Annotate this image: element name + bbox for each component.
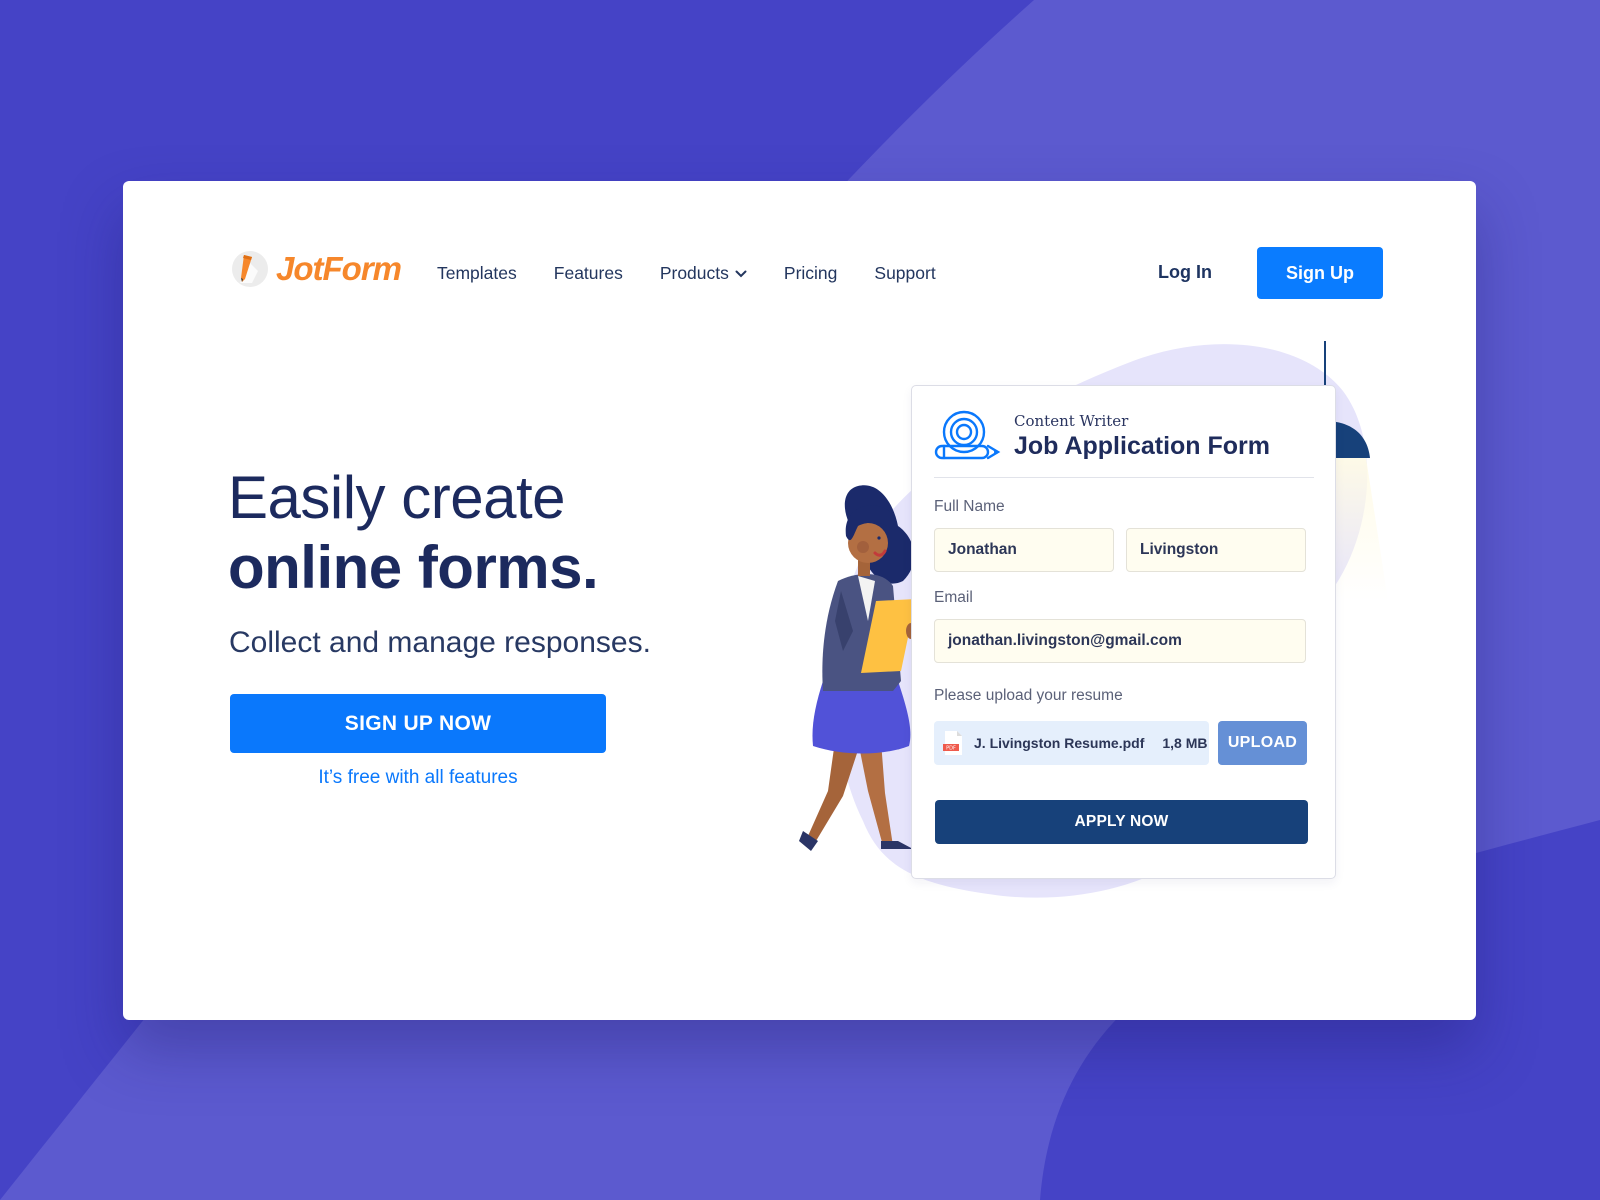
nav-label: Templates [437, 263, 517, 283]
upload-button[interactable]: UPLOAD [1218, 721, 1307, 765]
main-nav: Templates Features Products Pricing Supp… [437, 263, 973, 284]
signup-button[interactable]: Sign Up [1257, 247, 1383, 299]
nav-label: Support [874, 263, 936, 283]
woman-figure [799, 485, 916, 851]
signup-now-button[interactable]: SIGN UP NOW [230, 694, 606, 753]
nav-label: Products [659, 263, 729, 283]
hero-title-line2: online forms. [228, 534, 599, 601]
form-header: Content Writer Job Application Form [934, 408, 1314, 478]
nav-pricing[interactable]: Pricing [784, 263, 838, 284]
pencil-icon [232, 251, 268, 287]
pdf-badge-text: PDF [946, 746, 956, 752]
nav-features[interactable]: Features [554, 263, 623, 284]
hero-title-line1: Easily create [228, 464, 565, 531]
file-name: J. Livingston Resume.pdf [974, 735, 1145, 751]
jotform-logo[interactable]: JotForm [230, 249, 402, 289]
chevron-down-icon [735, 270, 747, 277]
apply-now-button[interactable]: APPLY NOW [935, 800, 1308, 844]
email-label: Email [934, 589, 973, 606]
form-kicker: Content Writer [1014, 412, 1129, 430]
logo-wordmark: JotForm [276, 250, 402, 287]
pdf-file-icon: PDF [943, 731, 962, 755]
login-link[interactable]: Log In [1158, 262, 1212, 283]
hero-subtitle: Collect and manage responses. [229, 626, 651, 659]
first-name-input[interactable]: Jonathan [934, 528, 1114, 572]
last-name-input[interactable]: Livingston [1126, 528, 1306, 572]
upload-label: Please upload your resume [934, 687, 1123, 704]
nav-products[interactable]: Products [660, 263, 747, 284]
rolled-paper-pencil-icon [934, 410, 1001, 460]
uploaded-file: PDF J. Livingston Resume.pdf 1,8 MB [934, 721, 1209, 765]
nav-support[interactable]: Support [874, 263, 935, 284]
free-features-link[interactable]: It’s free with all features [230, 767, 606, 789]
file-size: 1,8 MB [1162, 735, 1208, 751]
job-application-form-preview: Content Writer Job Application Form Full… [911, 385, 1336, 879]
landing-page-card: JotForm Templates Features Products Pric… [123, 181, 1476, 1020]
email-input[interactable]: jonathan.livingston@gmail.com [934, 619, 1306, 663]
full-name-label: Full Name [934, 498, 1005, 515]
form-title: Job Application Form [1014, 432, 1271, 460]
nav-templates[interactable]: Templates [437, 263, 517, 284]
nav-label: Pricing [783, 263, 838, 283]
nav-label: Features [553, 263, 623, 283]
